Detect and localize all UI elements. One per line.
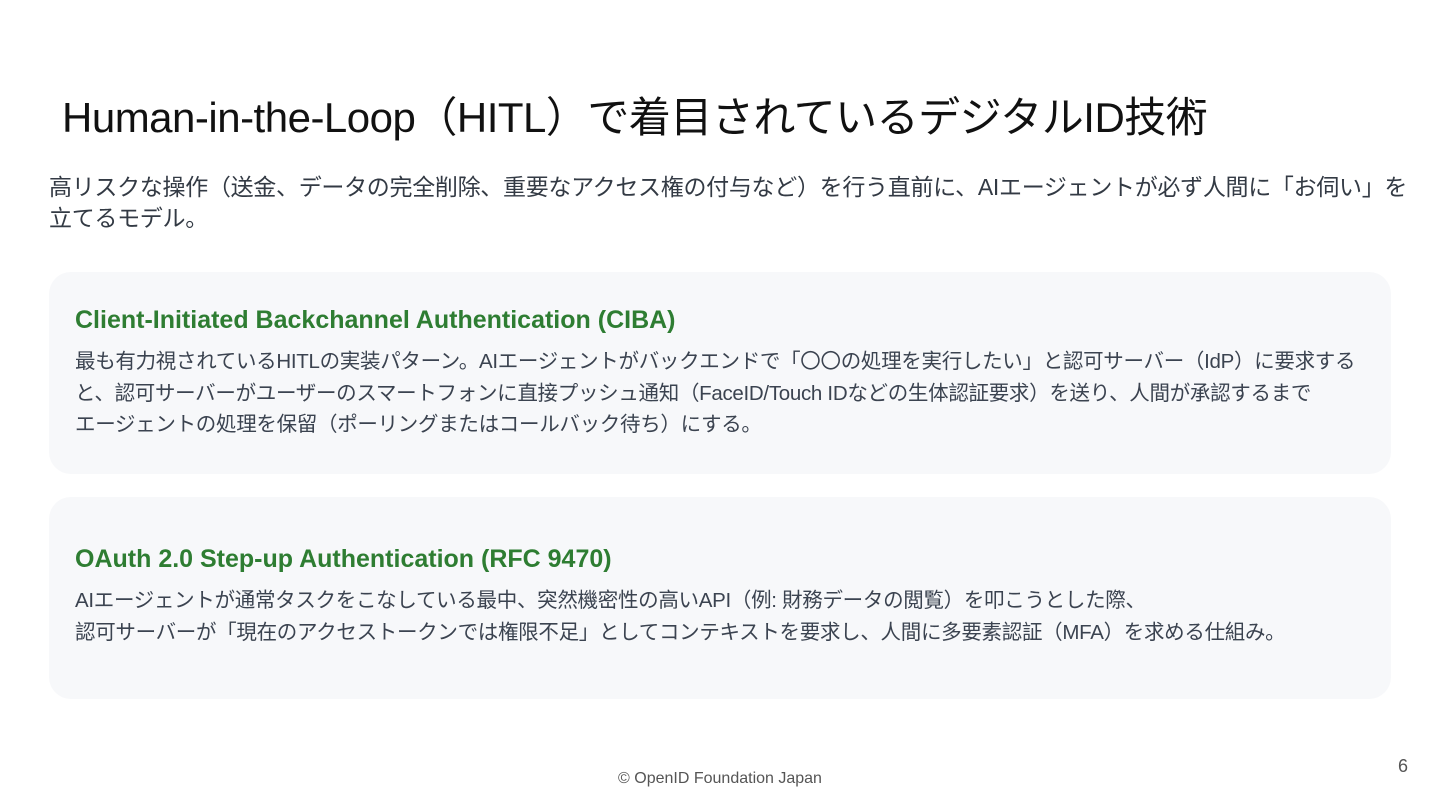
card-body-line: AIエージェントが通常タスクをこなしている最中、突然機密性の高いAPI（例: 財…: [75, 589, 1146, 612]
card-body: AIエージェントが通常タスクをこなしている最中、突然機密性の高いAPI（例: 財…: [75, 585, 1375, 648]
intro-text: 高リスクな操作（送金、データの完全削除、重要なアクセス権の付与など）を行う直前に…: [49, 174, 1408, 231]
card-title: Client-Initiated Backchannel Authenticat…: [75, 306, 676, 334]
card-body: 最も有力視されているHITLの実装パターン。AIエージェントがバックエンドで「〇…: [75, 346, 1375, 441]
card-body-line: と、認可サーバーがユーザーのスマートフォンに直接プッシュ通知（FaceID/To…: [75, 381, 1312, 405]
step-up-card: OAuth 2.0 Step-up Authentication (RFC 94…: [49, 497, 1391, 699]
page-number: 6: [1397, 756, 1408, 776]
slide: Human-in-the-Loop（HITL）で着目されているデジタルID技術 …: [0, 0, 1440, 810]
card-body-line: エージェントの処理を保留（ポーリングまたはコールバック待ち）にする。: [75, 413, 762, 436]
ciba-card: Client-Initiated Backchannel Authenticat…: [49, 272, 1391, 474]
card-body-line: 認可サーバーが「現在のアクセストークンでは権限不足」としてコンテキストを要求し、…: [75, 620, 1286, 644]
footer-copyright: © OpenID Foundation Japan: [618, 770, 822, 787]
slide-title: Human-in-the-Loop（HITL）で着目されているデジタルID技術: [62, 94, 1208, 141]
card-body-line: 最も有力視されているHITLの実装パターン。AIエージェントがバックエンドで「〇…: [75, 350, 1356, 373]
card-title: OAuth 2.0 Step-up Authentication (RFC 94…: [75, 545, 612, 573]
